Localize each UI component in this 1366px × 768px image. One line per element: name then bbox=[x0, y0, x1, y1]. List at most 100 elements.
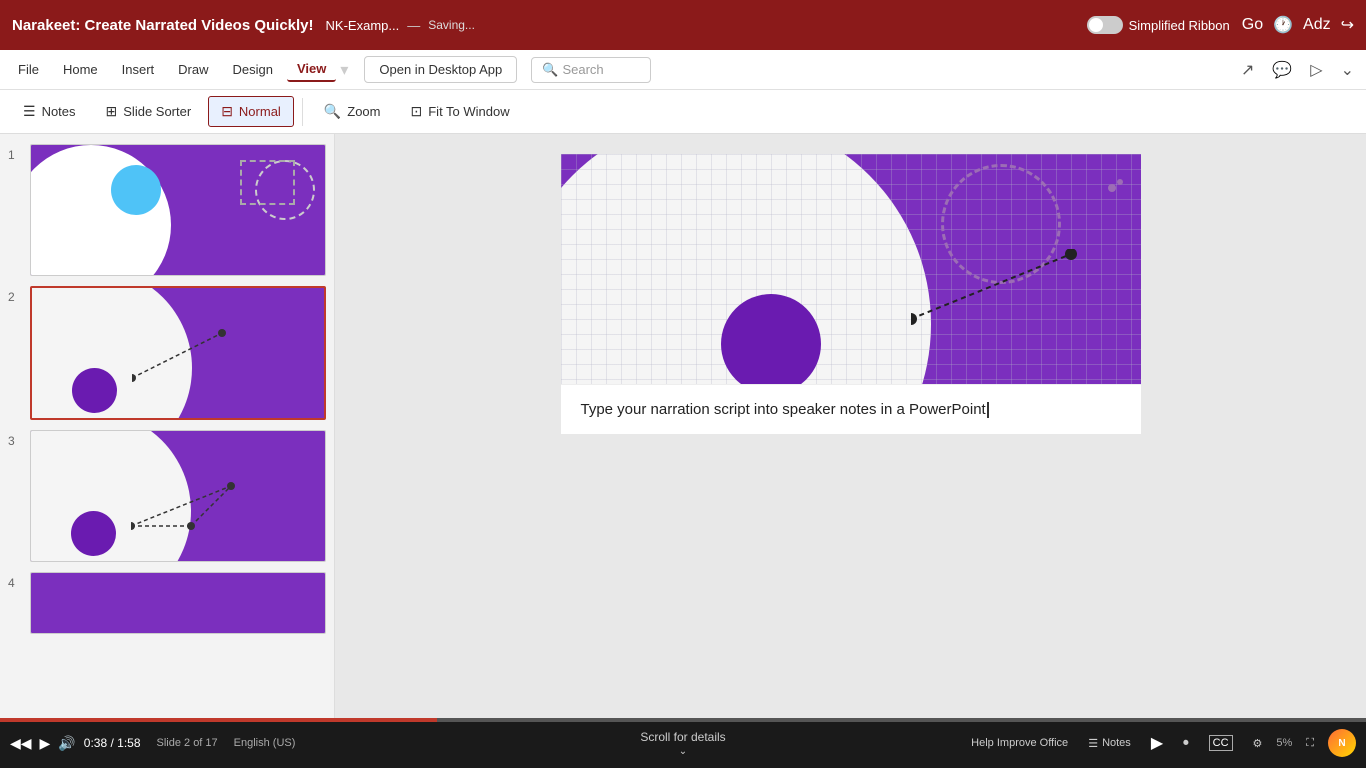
slide-canvas-1: Pythagorean Theorem bbox=[31, 145, 325, 275]
adz-label[interactable]: Adz bbox=[1303, 16, 1331, 34]
share-icon[interactable]: ↗ bbox=[1237, 56, 1258, 84]
slide-panel: 1 Pythagorean Theorem 2 bbox=[0, 134, 335, 718]
slide-canvas-2 bbox=[32, 288, 324, 418]
toggle-switch[interactable] bbox=[1087, 16, 1123, 34]
main-slide-container: Type your narration script into speaker … bbox=[561, 154, 1141, 434]
scroll-arrow: ⌄ bbox=[679, 746, 687, 757]
normal-button[interactable]: ⊟ Normal bbox=[208, 96, 294, 127]
slide1-rect bbox=[240, 160, 295, 205]
help-improve-label: Help Improve Office bbox=[971, 737, 1068, 749]
simplified-ribbon-label: Simplified Ribbon bbox=[1129, 18, 1230, 33]
lang-info: English (US) bbox=[234, 737, 296, 749]
slide-number-3: 3 bbox=[8, 434, 24, 448]
notes-icon: ☰ bbox=[23, 103, 36, 120]
menu-home[interactable]: Home bbox=[53, 58, 108, 81]
play-button[interactable]: ▶ bbox=[40, 735, 51, 752]
separator: — bbox=[407, 18, 420, 33]
present-icon[interactable]: ▷ bbox=[1306, 56, 1326, 84]
record-button[interactable]: ⏺ bbox=[1177, 734, 1195, 753]
notes-text: Type your narration script into speaker … bbox=[581, 401, 986, 418]
slide3-dotted-line bbox=[131, 466, 241, 536]
settings-button[interactable]: ⚙ bbox=[1247, 734, 1269, 753]
fit-icon: ⊡ bbox=[411, 103, 423, 120]
help-improve-button[interactable]: Help Improve Office bbox=[965, 734, 1074, 752]
menu-more-chevron[interactable]: ▾ bbox=[340, 60, 348, 80]
menu-design[interactable]: Design bbox=[223, 58, 283, 81]
slide-thumb-4[interactable] bbox=[30, 572, 326, 634]
slide1-circle-blue bbox=[111, 165, 161, 215]
slide-thumb-2[interactable] bbox=[30, 286, 326, 420]
main-area: 1 Pythagorean Theorem 2 bbox=[0, 134, 1366, 718]
menu-right-icons: ↗ 💬 ▷ ⌄ bbox=[1237, 56, 1358, 84]
zoom-button[interactable]: 🔍 Zoom bbox=[311, 96, 394, 127]
open-desktop-button[interactable]: Open in Desktop App bbox=[364, 56, 517, 83]
slide1-background: Pythagorean Theorem bbox=[31, 145, 325, 275]
slide-canvas-3 bbox=[31, 431, 325, 561]
main-slide-background bbox=[561, 154, 1141, 384]
search-box[interactable]: 🔍 Search bbox=[531, 57, 651, 83]
main-slide-circle-purple bbox=[721, 294, 821, 384]
normal-label: Normal bbox=[239, 104, 281, 119]
top-bar-right: Go 🕐 Adz ↪ bbox=[1242, 15, 1354, 35]
fit-to-window-label: Fit To Window bbox=[428, 104, 509, 119]
slide-sorter-icon: ⊞ bbox=[106, 103, 118, 120]
normal-icon: ⊟ bbox=[221, 103, 233, 120]
scroll-text: Scroll for details bbox=[640, 730, 725, 744]
play-overlay-button[interactable]: ▶ bbox=[1145, 730, 1169, 756]
go-button[interactable]: Go bbox=[1242, 16, 1263, 34]
fullscreen-button[interactable]: ⛶ bbox=[1300, 734, 1320, 753]
slide-number-2: 2 bbox=[8, 290, 24, 304]
video-title: Narakeet: Create Narrated Videos Quickly… bbox=[12, 17, 314, 34]
comment-icon[interactable]: 💬 bbox=[1268, 56, 1296, 84]
cc-button[interactable]: CC bbox=[1203, 732, 1239, 754]
notes-button[interactable]: ☰ Notes bbox=[10, 96, 89, 127]
menu-bar: File Home Insert Draw Design View ▾ Open… bbox=[0, 50, 1366, 90]
more-options-icon[interactable]: ⌄ bbox=[1337, 56, 1358, 84]
bottom-right-controls: Help Improve Office ☰ Notes ▶ ⏺ CC ⚙ 5% … bbox=[965, 729, 1356, 757]
notes-label: Notes bbox=[42, 104, 76, 119]
fit-to-window-button[interactable]: ⊡ Fit To Window bbox=[398, 96, 523, 127]
slide-thumb-1[interactable]: Pythagorean Theorem bbox=[30, 144, 326, 276]
slide2-circle-purple bbox=[72, 368, 117, 413]
main-slide-corner-dot bbox=[1108, 184, 1116, 192]
notes-bottom-icon: ☰ bbox=[1088, 737, 1098, 750]
fullscreen-icon: ⛶ bbox=[1306, 737, 1314, 750]
progress-bar-container[interactable] bbox=[0, 718, 1366, 722]
notes-bottom-label: Notes bbox=[1102, 737, 1131, 749]
search-label: Search bbox=[562, 62, 603, 77]
notes-area: Type your narration script into speaker … bbox=[561, 384, 1141, 434]
slide1-text: Pythagorean Theorem bbox=[51, 235, 146, 245]
simplified-ribbon-toggle[interactable]: Simplified Ribbon bbox=[1087, 16, 1230, 34]
zoom-label: Zoom bbox=[347, 104, 380, 119]
slide3-circle bbox=[71, 511, 116, 556]
corner-dot-small bbox=[1117, 179, 1123, 185]
menu-draw[interactable]: Draw bbox=[168, 58, 218, 81]
time-current: 0:38 bbox=[84, 736, 107, 750]
ribbon-bar: ☰ Notes ⊞ Slide Sorter ⊟ Normal 🔍 Zoom ⊡… bbox=[0, 90, 1366, 134]
forward-icon: ↪ bbox=[1341, 15, 1354, 35]
slide2-background bbox=[32, 288, 324, 418]
slide-item-4: 4 bbox=[8, 572, 326, 634]
slide-thumb-3[interactable] bbox=[30, 430, 326, 562]
narakeet-logo: N bbox=[1328, 729, 1356, 757]
video-controls: ◀◀ ▶ 🔊 0:38 / 1:58 bbox=[10, 735, 141, 752]
bottom-bar: ◀◀ ▶ 🔊 0:38 / 1:58 Slide 2 of 17 English… bbox=[0, 718, 1366, 768]
menu-file[interactable]: File bbox=[8, 58, 49, 81]
slide-item-3: 3 bbox=[8, 430, 326, 562]
menu-view[interactable]: View bbox=[287, 57, 336, 82]
slide-info: Slide 2 of 17 bbox=[157, 737, 218, 749]
notes-toggle-button[interactable]: ☰ Notes bbox=[1082, 734, 1137, 753]
time-display: 0:38 / 1:58 bbox=[84, 736, 141, 750]
slide-sorter-button[interactable]: ⊞ Slide Sorter bbox=[93, 96, 205, 127]
volume-button[interactable]: 🔊 bbox=[58, 735, 75, 752]
slide-item-2: 2 bbox=[8, 286, 326, 420]
filename: NK-Examp... bbox=[326, 18, 400, 33]
saving-status: Saving... bbox=[428, 18, 475, 32]
top-bar-center: NK-Examp... — Saving... Simplified Ribbo… bbox=[326, 16, 1230, 34]
ribbon-separator-1 bbox=[302, 98, 303, 126]
prev-button[interactable]: ◀◀ bbox=[10, 735, 32, 752]
zoom-percent: 5% bbox=[1276, 737, 1292, 749]
cc-icon: CC bbox=[1209, 735, 1233, 751]
record-icon: ⏺ bbox=[1183, 737, 1189, 750]
menu-insert[interactable]: Insert bbox=[112, 58, 165, 81]
